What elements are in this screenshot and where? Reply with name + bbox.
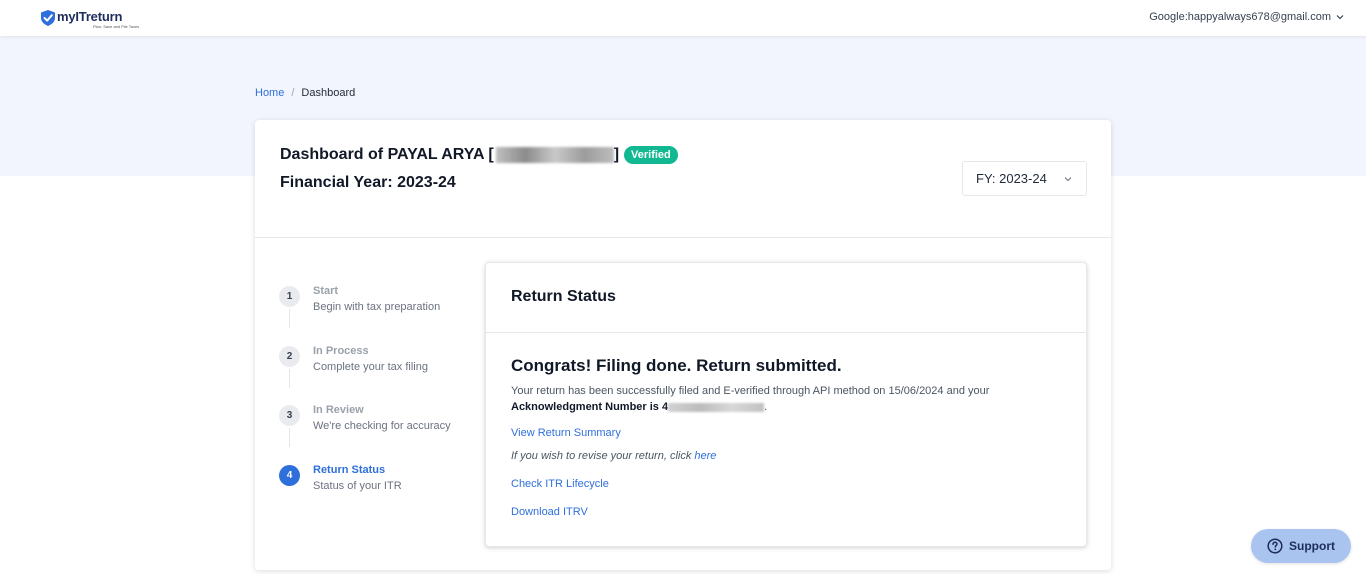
- step-number: 1: [279, 286, 300, 307]
- fy-select[interactable]: FY: 2023-24: [962, 161, 1087, 196]
- step-connector: [289, 369, 290, 388]
- verified-badge: Verified: [624, 146, 678, 164]
- breadcrumb: Home / Dashboard: [255, 87, 355, 99]
- step-subtitle: Complete your tax filing: [313, 361, 428, 373]
- return-status-panel: Return Status Congrats! Filing done. Ret…: [485, 262, 1087, 547]
- shield-check-icon: [41, 10, 55, 26]
- step-subtitle: Status of your ITR: [313, 480, 402, 492]
- revise-text: If you wish to revise your return, click: [511, 450, 695, 462]
- acknowledgment-end: .: [764, 401, 768, 413]
- step-connector: [289, 428, 290, 447]
- account-menu[interactable]: Google:happyalways678@gmail.com: [1149, 11, 1344, 23]
- breadcrumb-separator: /: [291, 87, 295, 99]
- dashboard-card: Dashboard of PAYAL ARYA [ ] Verified Fin…: [255, 120, 1111, 570]
- step-number: 3: [279, 405, 300, 426]
- step-in-review: 3 In Review We're checking for accuracy: [279, 404, 479, 455]
- redacted-pan: [495, 147, 614, 163]
- return-status-heading: Return Status: [511, 288, 616, 305]
- step-number: 4: [279, 465, 300, 486]
- step-start: 1 Start Begin with tax preparation: [279, 285, 479, 336]
- step-title: Return Status: [313, 464, 386, 476]
- filing-description-text: Your return has been successfully filed …: [511, 385, 990, 397]
- step-number: 2: [279, 346, 300, 367]
- step-title: In Review: [313, 404, 364, 416]
- step-subtitle: Begin with tax preparation: [313, 301, 441, 313]
- breadcrumb-current: Dashboard: [301, 87, 356, 99]
- account-label: Google:happyalways678@gmail.com: [1149, 11, 1331, 23]
- check-itr-lifecycle-link[interactable]: Check ITR Lifecycle: [511, 478, 609, 490]
- breadcrumb-home-link[interactable]: Home: [255, 87, 284, 99]
- revise-here-link[interactable]: here: [694, 450, 716, 462]
- dashboard-title-suffix: ]: [613, 146, 620, 163]
- dashboard-header: Dashboard of PAYAL ARYA [ ] Verified Fin…: [255, 120, 1111, 238]
- step-return-status: 4 Return Status Status of your ITR: [279, 464, 479, 515]
- revise-return-text: If you wish to revise your return, click…: [511, 450, 716, 462]
- dashboard-title-prefix: Dashboard of PAYAL ARYA [: [280, 146, 494, 163]
- download-itrv-link[interactable]: Download ITRV: [511, 506, 588, 518]
- support-label: Support: [1289, 539, 1335, 553]
- step-title: Start: [313, 285, 339, 297]
- dashboard-title: Dashboard of PAYAL ARYA [ ] Verified: [280, 146, 678, 164]
- logo-name: myITreturn: [57, 9, 123, 24]
- support-button[interactable]: Support: [1251, 529, 1351, 563]
- step-in-process: 2 In Process Complete your tax filing: [279, 345, 479, 396]
- chevron-down-icon: [1064, 177, 1072, 182]
- step-connector: [289, 309, 290, 328]
- return-status-header: Return Status: [486, 263, 1086, 333]
- logo-tagline: Plan, Save and File Taxes: [93, 24, 140, 29]
- step-title: In Process: [313, 345, 369, 357]
- logo[interactable]: myITreturn Plan, Save and File Taxes: [41, 9, 139, 29]
- redacted-ack-number: [668, 402, 765, 412]
- financial-year-title: Financial Year: 2023-24: [280, 174, 456, 191]
- filing-description: Your return has been successfully filed …: [511, 383, 1071, 415]
- step-subtitle: We're checking for accuracy: [313, 420, 451, 432]
- fy-select-value: FY: 2023-24: [976, 171, 1047, 186]
- view-return-summary-link[interactable]: View Return Summary: [511, 427, 621, 439]
- congrats-message: Congrats! Filing done. Return submitted.: [511, 356, 842, 375]
- chevron-down-icon: [1336, 15, 1344, 20]
- top-navbar: myITreturn Plan, Save and File Taxes Goo…: [0, 0, 1366, 36]
- help-circle-icon: [1267, 538, 1283, 554]
- acknowledgment-label: Acknowledgment Number is 4: [511, 401, 669, 413]
